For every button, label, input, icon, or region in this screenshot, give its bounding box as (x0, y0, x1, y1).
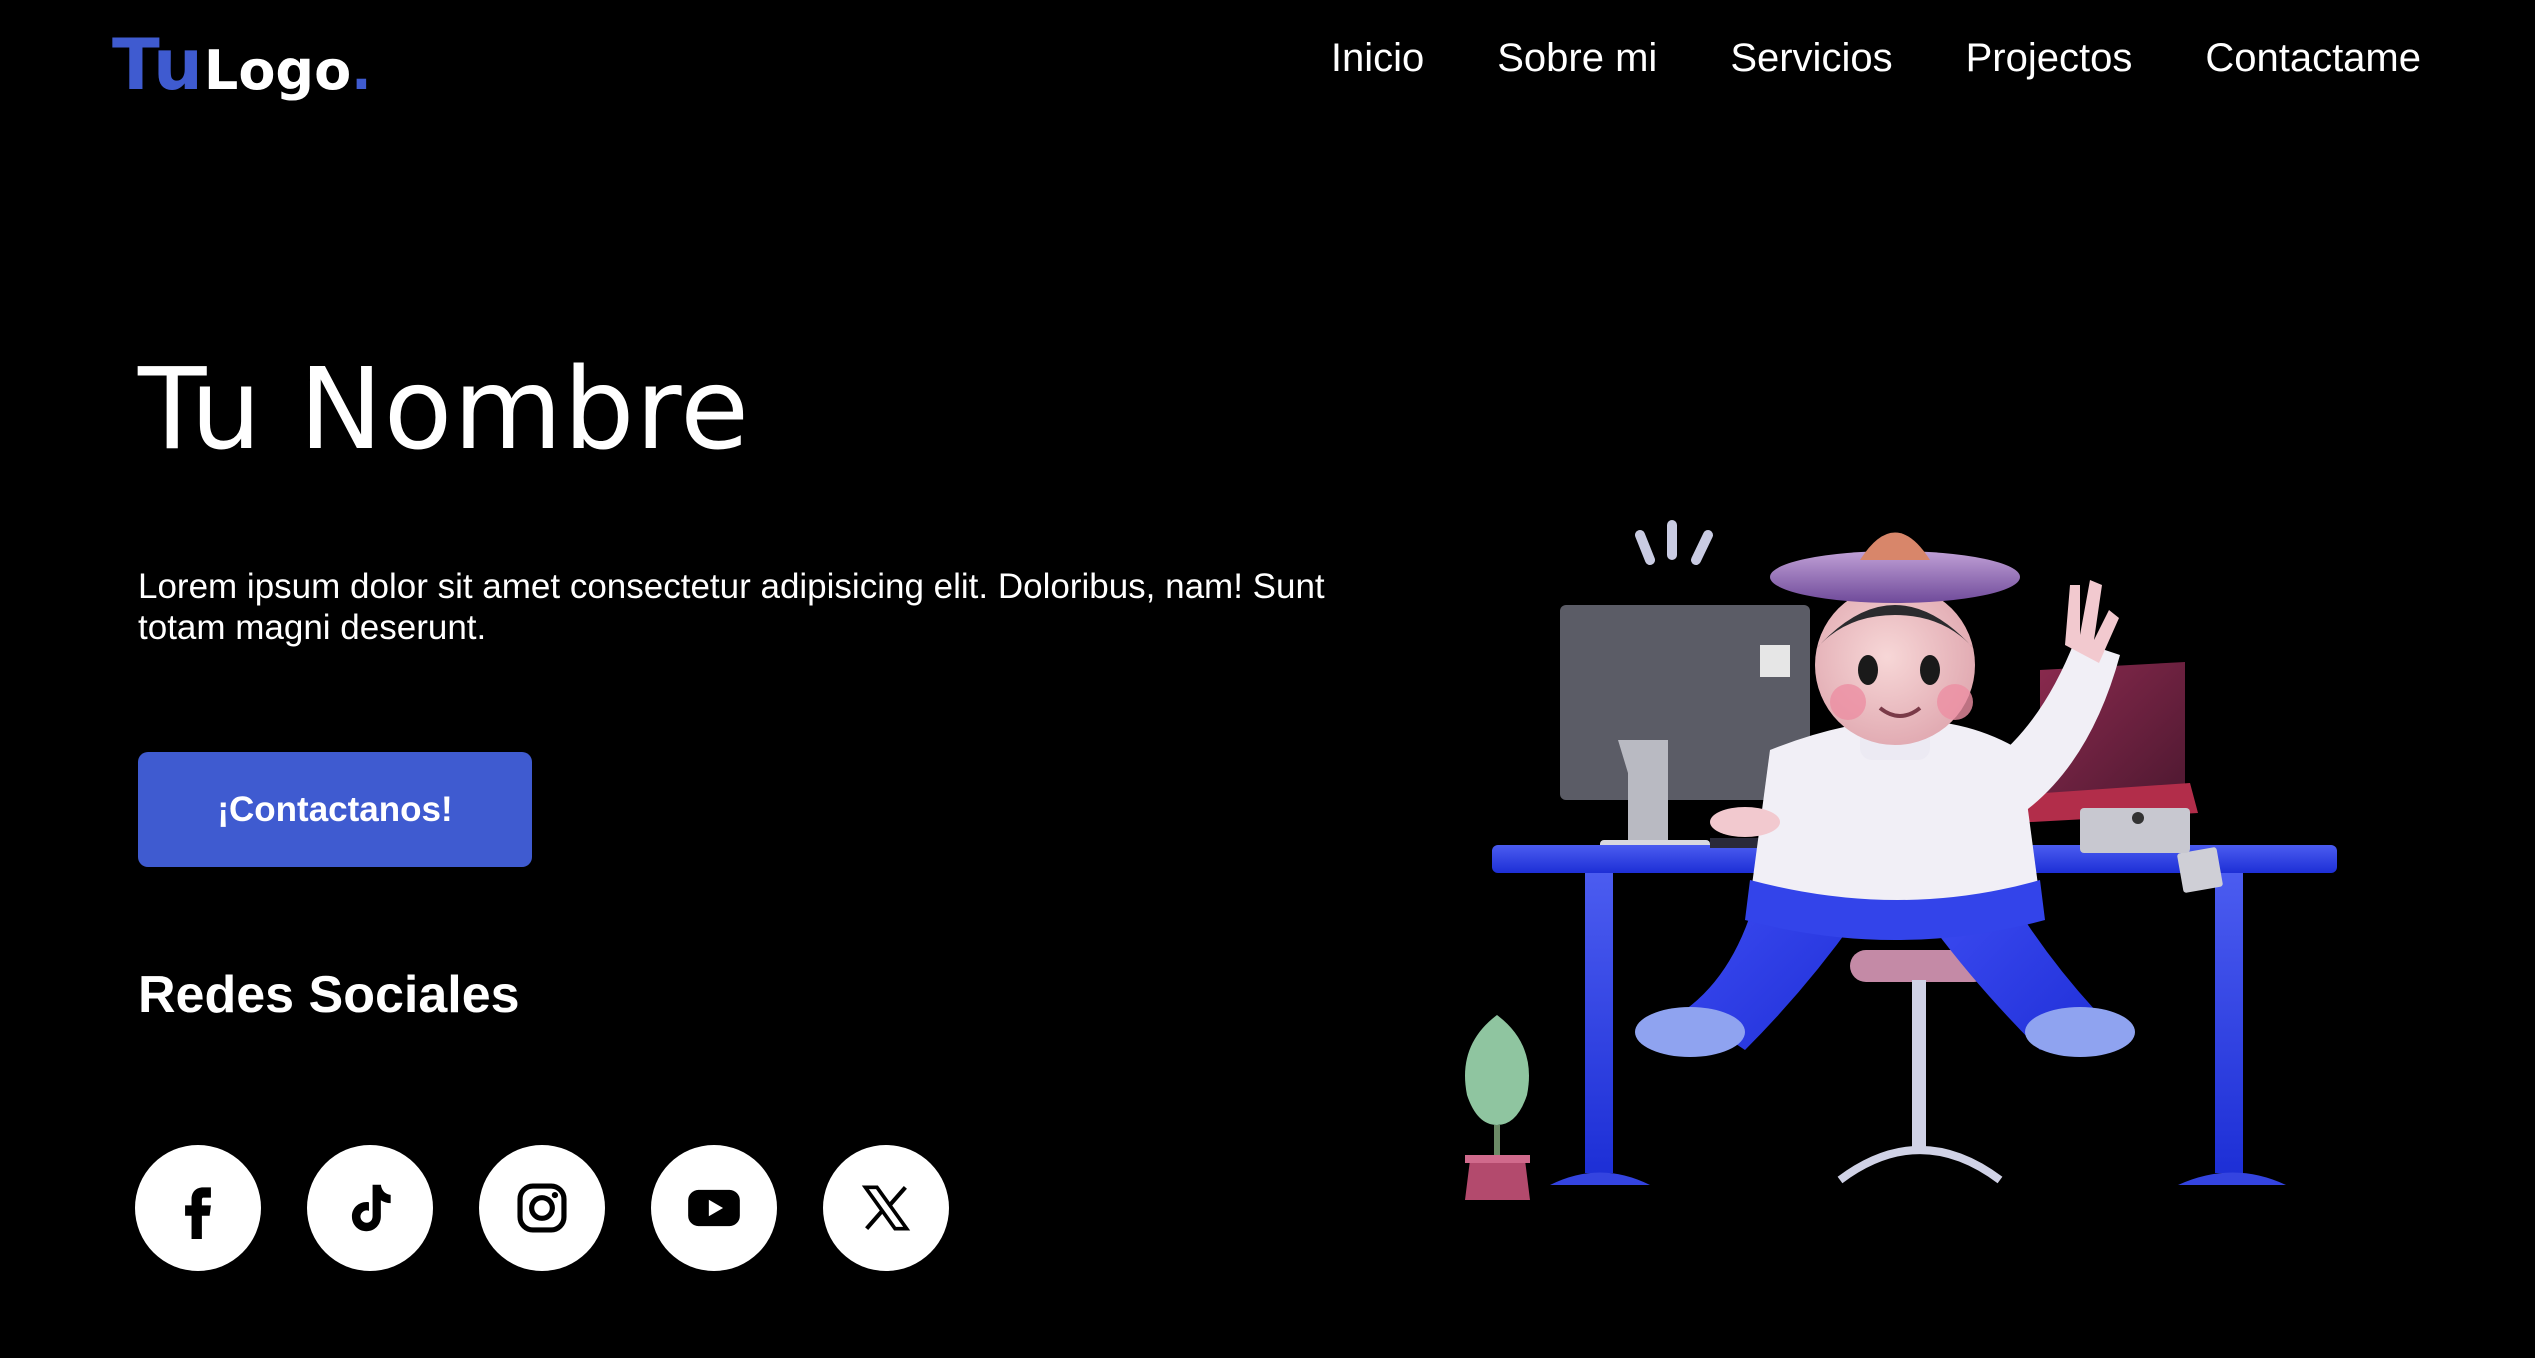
x-link[interactable] (823, 1145, 949, 1271)
facebook-icon (185, 1187, 211, 1239)
logo[interactable]: Tu Logo . (112, 24, 372, 106)
nav-servicios[interactable]: Servicios (1730, 32, 1892, 84)
tiktok-link[interactable] (307, 1145, 433, 1271)
facebook-link[interactable] (135, 1145, 261, 1271)
contact-button[interactable]: ¡Contactanos! (138, 752, 532, 867)
logo-dot: . (351, 39, 372, 102)
plant (1465, 1015, 1530, 1200)
main-nav: Inicio Sobre mi Servicios Projectos Cont… (1331, 32, 2421, 84)
nav-sobre-mi[interactable]: Sobre mi (1497, 32, 1657, 84)
tiktok-icon (351, 1184, 391, 1232)
hero-illustration (1465, 520, 2337, 1200)
logo-tu: Tu (112, 24, 204, 106)
social-links (135, 1145, 949, 1271)
page: Tu Logo . Inicio Sobre mi Servicios Proj… (0, 0, 2535, 1358)
x-icon (861, 1185, 911, 1231)
nav-projectos[interactable]: Projectos (1966, 32, 2133, 84)
chair (1837, 950, 2003, 1184)
social-title: Redes Sociales (138, 966, 520, 1024)
nav-contactame[interactable]: Contactame (2205, 32, 2421, 84)
hero-title: Tu Nombre (138, 345, 750, 475)
youtube-link[interactable] (651, 1145, 777, 1271)
instagram-link[interactable] (479, 1145, 605, 1271)
nav-inicio[interactable]: Inicio (1331, 32, 1424, 84)
logo-text: Logo (203, 39, 352, 102)
hero-description: Lorem ipsum dolor sit amet consectetur a… (138, 567, 1325, 647)
youtube-icon (688, 1189, 740, 1227)
instagram-icon (517, 1183, 567, 1233)
